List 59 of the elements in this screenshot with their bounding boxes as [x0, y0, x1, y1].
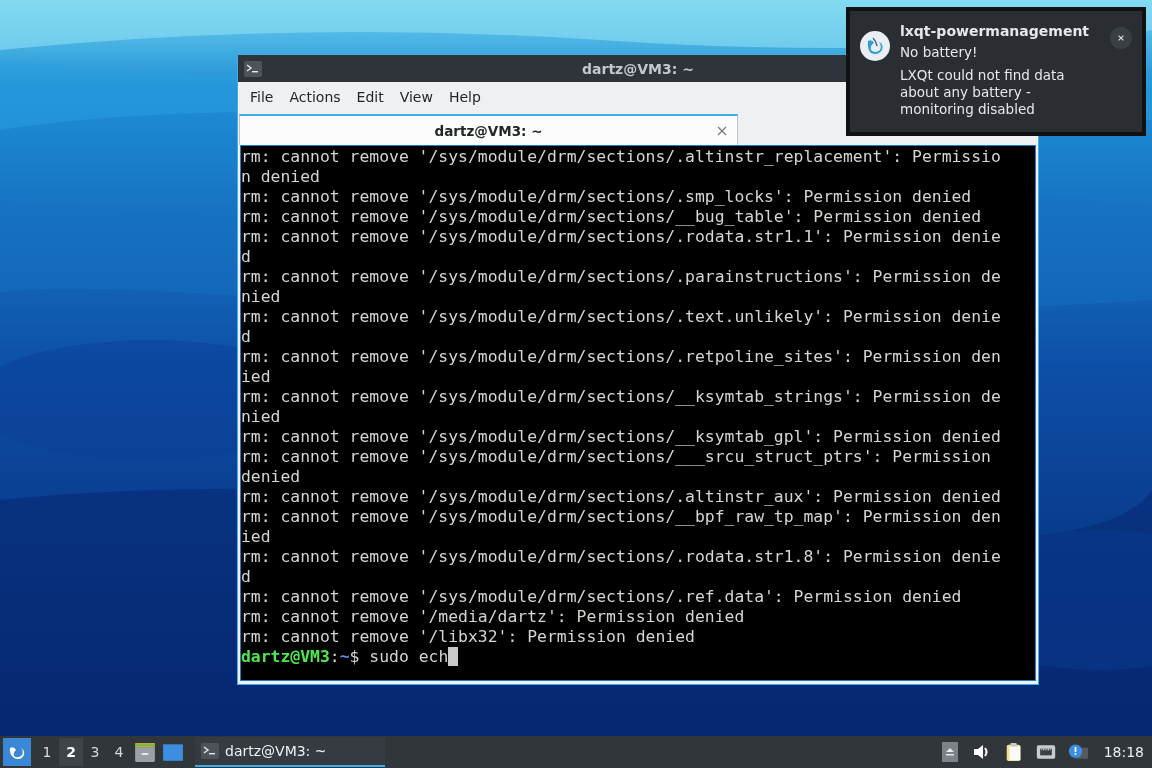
terminal-line: nied: [241, 287, 282, 307]
terminal-icon: [244, 61, 262, 77]
menu-item[interactable]: Actions: [281, 85, 349, 109]
prompt-path: ~: [339, 647, 350, 666]
prompt-symbol: $: [349, 647, 360, 666]
terminal-line: d: [241, 567, 252, 587]
desktop-switch[interactable]: 3: [83, 738, 107, 766]
terminal-line: rm: cannot remove '/sys/module/drm/sections/.text.unlikely': Permission denie: [241, 307, 1002, 327]
terminal-icon: [201, 743, 219, 759]
text-cursor: [448, 647, 459, 666]
terminal-line: rm: cannot remove '/sys/module/drm/sections/.retpoline_sites': Permission den: [241, 347, 1002, 367]
alert-icon[interactable]: [1067, 742, 1088, 762]
show-desktop-icon[interactable]: [162, 741, 184, 763]
terminal-line: rm: cannot remove '/sys/module/drm/sections/__ksymtab_gpl': Permission denied: [241, 427, 1002, 447]
menu-item[interactable]: File: [242, 85, 282, 109]
terminal-line: rm: cannot remove '/sys/module/drm/sections/.smp_locks': Permission denied: [241, 187, 973, 207]
window-title: dartz@VM3: ~: [582, 60, 694, 77]
terminal-line: rm: cannot remove '/sys/module/drm/sections/__bug_table': Permission denied: [241, 207, 983, 227]
terminal-line: rm: cannot remove '/sys/module/drm/sections/.parainstructions': Permission de: [241, 267, 1002, 287]
close-button[interactable]: [1110, 27, 1132, 49]
desktop-switch[interactable]: 4: [107, 738, 131, 766]
desktop-switch[interactable]: 1: [35, 738, 59, 766]
terminal-line: ied: [241, 527, 272, 547]
task-button[interactable]: dartz@VM3: ~: [195, 737, 385, 767]
start-menu-button[interactable]: [3, 738, 31, 766]
terminal-line: rm: cannot remove '/libx32': Permission denied: [241, 627, 696, 647]
terminal-line: rm: cannot remove '/sys/module/drm/sections/.altinstr_replacement': Permissio: [241, 147, 1002, 167]
prompt-separator: :: [329, 647, 340, 666]
notification-body: LXQt could not find data about any battery - monitoring disabled: [900, 67, 1066, 118]
terminal-line: rm: cannot remove '/sys/module/drm/sections/.ref.data': Permission denied: [241, 587, 963, 607]
terminal-line: d: [241, 327, 252, 347]
menu-item[interactable]: Help: [440, 85, 489, 109]
menu-item[interactable]: View: [391, 85, 441, 109]
terminal-line: denied: [241, 467, 302, 487]
tab[interactable]: dartz@VM3: ~: [239, 114, 738, 145]
command-input[interactable]: sudo ech: [369, 647, 449, 666]
file-cabinet-icon[interactable]: [134, 741, 156, 763]
terminal-line: rm: cannot remove '/sys/module/drm/sections/.rodata.str1.1': Permission denie: [241, 227, 1002, 247]
notification-app-name: lxqt-powermanagement: [900, 23, 1091, 40]
eject-icon[interactable]: [939, 742, 960, 762]
notification-summary: No battery!: [900, 44, 979, 61]
terminal-line: ied: [241, 367, 272, 387]
terminal-line: d: [241, 247, 252, 267]
terminal-line: rm: cannot remove '/sys/module/drm/sections/.rodata.str1.8': Permission denie: [241, 547, 1002, 567]
terminal-line: rm: cannot remove '/sys/module/drm/sections/.altinstr_aux': Permission denied: [241, 487, 1002, 507]
terminal-line: nied: [241, 407, 282, 427]
network-icon[interactable]: [1035, 742, 1056, 762]
terminal-line: rm: cannot remove '/media/dartz': Permission denied: [241, 607, 746, 627]
terminal-line: n denied: [241, 167, 321, 187]
terminal-line: rm: cannot remove '/sys/module/drm/sections/___srcu_struct_ptrs': Permission: [241, 447, 992, 467]
clock: 18:18: [1103, 744, 1144, 760]
close-icon: [1117, 34, 1125, 42]
menu-item[interactable]: Edit: [348, 85, 392, 109]
close-icon[interactable]: [717, 126, 727, 136]
prompt-user: dartz@VM3: [241, 647, 330, 666]
tab-label: dartz@VM3: ~: [434, 122, 543, 139]
desktop-switch[interactable]: 2: [59, 738, 83, 766]
terminal-line: rm: cannot remove '/sys/module/drm/sections/__bpf_raw_tp_map': Permission den: [241, 507, 1002, 527]
terminal-line: rm: cannot remove '/sys/module/drm/sections/__ksymtab_strings': Permission de: [241, 387, 1002, 407]
